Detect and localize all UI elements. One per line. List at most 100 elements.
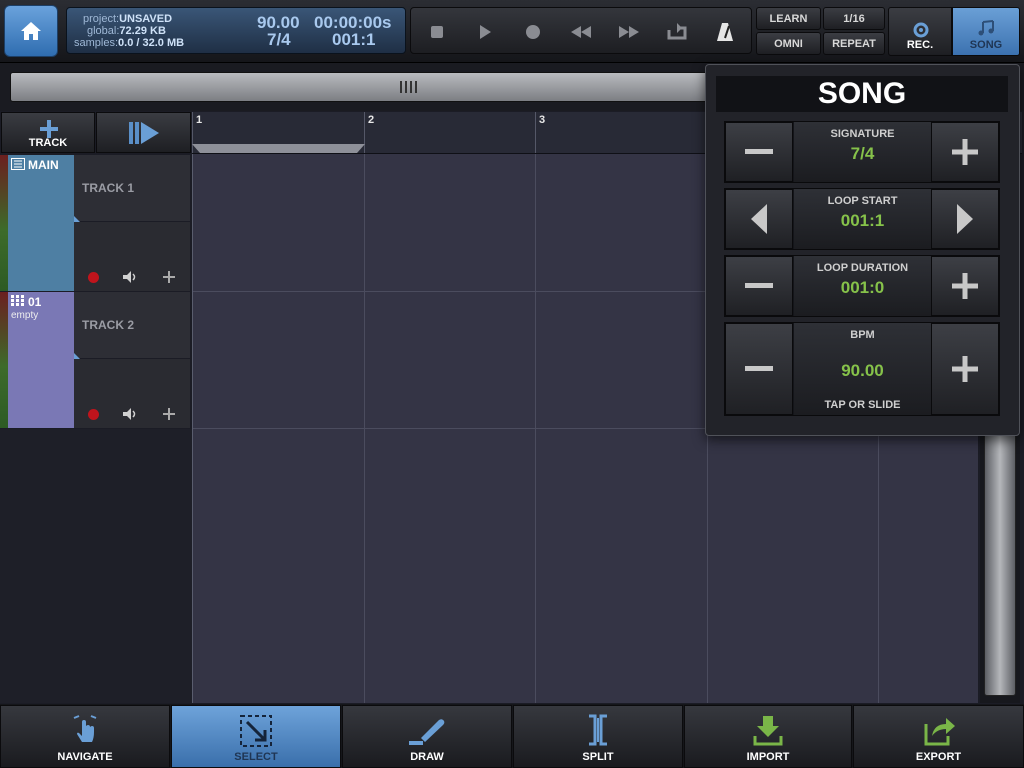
track-tag: 01 bbox=[28, 295, 42, 309]
learn-button[interactable]: LEARN bbox=[756, 7, 821, 30]
bpm-tap-area[interactable]: BPM 90.00 TAP OR SLIDE bbox=[794, 323, 931, 415]
add-track-label: TRACK bbox=[28, 137, 68, 149]
fast-forward-button[interactable] bbox=[605, 8, 653, 55]
select-box-icon bbox=[240, 715, 272, 747]
export-tool-button[interactable]: EXPORT bbox=[853, 705, 1024, 768]
track-controls bbox=[74, 222, 190, 291]
bar-tick bbox=[535, 112, 536, 153]
draw-tool-button[interactable]: DRAW bbox=[342, 705, 512, 768]
rec-label: REC. bbox=[906, 39, 934, 51]
loop-region-marker[interactable] bbox=[192, 144, 365, 153]
pattern-grid-icon bbox=[11, 295, 24, 306]
track-name-panel[interactable]: TRACK 1 bbox=[74, 155, 190, 221]
quantize-button[interactable]: 1/16 bbox=[823, 7, 885, 30]
signature-label: SIGNATURE bbox=[830, 128, 895, 140]
position-readout: 001:1 bbox=[332, 30, 376, 49]
plus-icon[interactable] bbox=[162, 270, 176, 284]
rewind-button[interactable] bbox=[557, 8, 605, 55]
arrow-left-icon bbox=[751, 204, 767, 234]
track-row[interactable]: MAIN TRACK 1 bbox=[0, 155, 192, 291]
track-list-empty-area bbox=[0, 429, 192, 703]
track-row[interactable]: 01 empty TRACK 2 bbox=[0, 292, 192, 428]
plus-icon bbox=[952, 356, 978, 382]
arrow-right-icon bbox=[957, 204, 973, 234]
loop-start-previous-button[interactable] bbox=[725, 189, 793, 249]
signature-increase-button[interactable] bbox=[931, 122, 999, 182]
play-button[interactable] bbox=[461, 8, 509, 55]
record-arm-icon[interactable] bbox=[88, 272, 99, 283]
record-button[interactable] bbox=[509, 8, 557, 55]
export-icon bbox=[924, 718, 955, 746]
transport-controls bbox=[410, 7, 752, 54]
play-icon bbox=[480, 24, 491, 39]
plus-icon bbox=[952, 273, 978, 299]
minus-icon bbox=[745, 283, 773, 288]
bar-number: 3 bbox=[539, 114, 546, 126]
track-color-block[interactable]: MAIN bbox=[8, 155, 74, 291]
track-name: TRACK 1 bbox=[82, 181, 135, 195]
draw-label: DRAW bbox=[410, 751, 444, 763]
loop-start-display: LOOP START 001:1 bbox=[794, 189, 931, 249]
import-icon bbox=[753, 716, 783, 746]
loop-duration-increase-button[interactable] bbox=[931, 256, 999, 316]
select-tool-button[interactable]: SELECT bbox=[171, 705, 341, 768]
track-tag: MAIN bbox=[28, 158, 59, 172]
signature-value: 7/4 bbox=[850, 144, 875, 163]
loop-start-label: LOOP START bbox=[827, 195, 898, 207]
export-label: EXPORT bbox=[915, 751, 962, 763]
track-level-strip bbox=[0, 155, 8, 291]
bpm-hint: TAP OR SLIDE bbox=[824, 399, 901, 411]
samples-line: samples:0.0 / 32.0 MB bbox=[74, 37, 184, 49]
pencil-icon bbox=[409, 719, 445, 745]
split-tool-button[interactable]: SPLIT bbox=[513, 705, 683, 768]
go-to-start-button[interactable] bbox=[96, 112, 191, 153]
project-line: project:UNSAVED bbox=[83, 13, 172, 25]
plus-icon[interactable] bbox=[162, 407, 176, 421]
vertical-scroll-thumb[interactable] bbox=[984, 430, 1016, 696]
metronome-button[interactable] bbox=[701, 8, 749, 55]
list-icon bbox=[11, 158, 25, 170]
stop-button[interactable] bbox=[413, 8, 461, 55]
navigate-tool-button[interactable]: NAVIGATE bbox=[0, 705, 170, 768]
loop-start-value: 001:1 bbox=[840, 211, 885, 230]
bpm-increase-button[interactable] bbox=[931, 323, 999, 415]
record-icon bbox=[526, 24, 540, 39]
song-label: SONG bbox=[969, 39, 1003, 51]
song-button[interactable]: SONG bbox=[952, 7, 1020, 56]
add-track-button[interactable]: TRACK bbox=[1, 112, 95, 153]
horizontal-scroll-thumb[interactable] bbox=[10, 72, 810, 102]
loop-start-next-button[interactable] bbox=[931, 189, 999, 249]
import-tool-button[interactable]: IMPORT bbox=[684, 705, 852, 768]
track-name: TRACK 2 bbox=[82, 318, 135, 332]
speaker-icon[interactable] bbox=[122, 270, 138, 284]
loop-duration-label: LOOP DURATION bbox=[816, 262, 909, 274]
split-label: SPLIT bbox=[582, 751, 614, 763]
minus-icon bbox=[745, 366, 773, 371]
omni-button[interactable]: OMNI bbox=[756, 32, 821, 55]
grip-icon bbox=[400, 81, 417, 93]
project-label: project: bbox=[83, 13, 120, 25]
signature-display: SIGNATURE 7/4 bbox=[794, 122, 931, 182]
loop-button[interactable] bbox=[653, 8, 701, 55]
speaker-icon[interactable] bbox=[122, 407, 138, 421]
project-value: UNSAVED bbox=[119, 13, 173, 25]
navigate-label: NAVIGATE bbox=[57, 751, 113, 763]
track-sub-label: empty bbox=[11, 310, 39, 321]
rec-settings-button[interactable]: REC. bbox=[888, 7, 952, 56]
repeat-button[interactable]: REPEAT bbox=[823, 32, 885, 55]
loop-duration-decrease-button[interactable] bbox=[725, 256, 793, 316]
bar-number: 1 bbox=[196, 114, 203, 126]
bpm-label: BPM bbox=[850, 329, 875, 341]
track-name-panel[interactable]: TRACK 2 bbox=[74, 292, 190, 358]
minus-icon bbox=[745, 149, 773, 154]
music-notes-icon bbox=[978, 20, 994, 36]
loop-duration-value: 001:0 bbox=[840, 278, 885, 297]
skip-to-start-icon bbox=[128, 121, 159, 144]
record-arm-icon[interactable] bbox=[88, 409, 99, 420]
track-color-block[interactable]: 01 empty bbox=[8, 292, 74, 428]
signature-decrease-button[interactable] bbox=[725, 122, 793, 182]
home-button[interactable] bbox=[4, 5, 58, 57]
bpm-decrease-button[interactable] bbox=[725, 323, 793, 415]
track-level-strip bbox=[0, 292, 8, 428]
song-panel-title: SONG bbox=[716, 76, 1008, 112]
